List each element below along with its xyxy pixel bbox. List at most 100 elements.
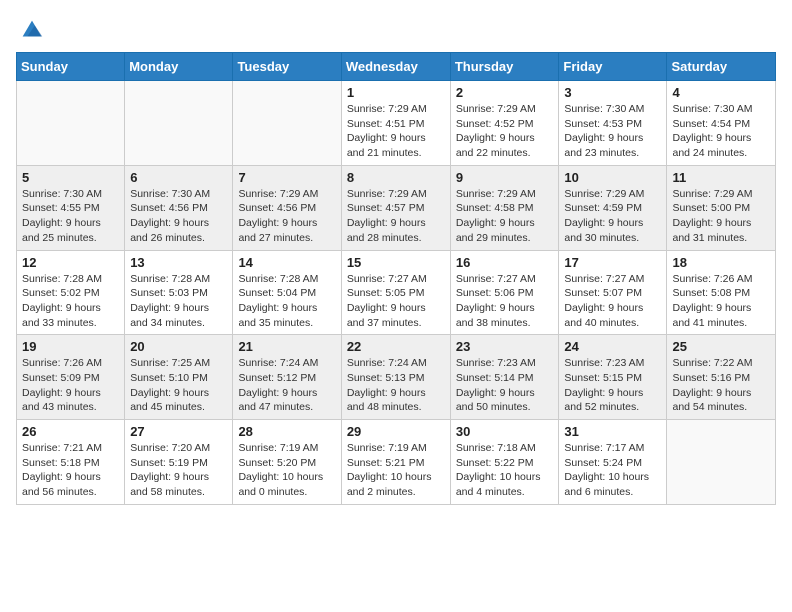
day-number: 30 bbox=[456, 424, 554, 439]
day-info: Sunrise: 7:30 AM Sunset: 4:56 PM Dayligh… bbox=[130, 187, 227, 246]
day-info: Sunrise: 7:30 AM Sunset: 4:53 PM Dayligh… bbox=[564, 102, 661, 161]
day-info: Sunrise: 7:28 AM Sunset: 5:02 PM Dayligh… bbox=[22, 272, 119, 331]
day-number: 23 bbox=[456, 339, 554, 354]
day-number: 9 bbox=[456, 170, 554, 185]
day-number: 16 bbox=[456, 255, 554, 270]
day-number: 25 bbox=[672, 339, 770, 354]
logo bbox=[16, 16, 46, 44]
day-number: 29 bbox=[347, 424, 445, 439]
calendar-cell: 3Sunrise: 7:30 AM Sunset: 4:53 PM Daylig… bbox=[559, 81, 667, 166]
day-number: 21 bbox=[238, 339, 335, 354]
calendar-cell: 7 Sunrise: 7:29 AM Sunset: 4:56 PM Daylig… bbox=[233, 165, 341, 250]
day-number: 20 bbox=[130, 339, 227, 354]
calendar-cell: 15 Sunrise: 7:27 AM Sunset: 5:05 PM Dayli… bbox=[341, 250, 450, 335]
calendar-cell: 14Sunrise: 7:28 AM Sunset: 5:04 PM Dayli… bbox=[233, 250, 341, 335]
weekday-tuesday: Tuesday bbox=[233, 53, 341, 81]
day-info: Sunrise: 7:19 AM Sunset: 5:21 PM Dayligh… bbox=[347, 441, 445, 500]
calendar-cell: 6 Sunrise: 7:30 AM Sunset: 4:56 PM Daylig… bbox=[125, 165, 233, 250]
calendar-cell: 8Sunrise: 7:29 AM Sunset: 4:57 PM Daylig… bbox=[341, 165, 450, 250]
day-info: Sunrise: 7:22 AM Sunset: 5:16 PM Dayligh… bbox=[672, 356, 770, 415]
calendar-cell: 22 Sunrise: 7:24 AM Sunset: 5:13 PM Dayli… bbox=[341, 335, 450, 420]
day-info: Sunrise: 7:28 AM Sunset: 5:03 PM Dayligh… bbox=[130, 272, 227, 331]
day-number: 5 bbox=[22, 170, 119, 185]
week-row-2: 5 Sunrise: 7:30 AM Sunset: 4:55 PM Daylig… bbox=[17, 165, 776, 250]
calendar-cell: 27 Sunrise: 7:20 AM Sunset: 5:19 PM Dayli… bbox=[125, 420, 233, 505]
day-number: 27 bbox=[130, 424, 227, 439]
day-info: Sunrise: 7:21 AM Sunset: 5:18 PM Dayligh… bbox=[22, 441, 119, 500]
day-number: 18 bbox=[672, 255, 770, 270]
day-info: Sunrise: 7:23 AM Sunset: 5:14 PM Dayligh… bbox=[456, 356, 554, 415]
calendar-cell bbox=[233, 81, 341, 166]
weekday-sunday: Sunday bbox=[17, 53, 125, 81]
day-info: Sunrise: 7:26 AM Sunset: 5:08 PM Dayligh… bbox=[672, 272, 770, 331]
calendar-cell: 13Sunrise: 7:28 AM Sunset: 5:03 PM Dayli… bbox=[125, 250, 233, 335]
week-row-3: 12 Sunrise: 7:28 AM Sunset: 5:02 PM Dayli… bbox=[17, 250, 776, 335]
day-info: Sunrise: 7:24 AM Sunset: 5:13 PM Dayligh… bbox=[347, 356, 445, 415]
day-info: Sunrise: 7:30 AM Sunset: 4:54 PM Dayligh… bbox=[672, 102, 770, 161]
calendar: SundayMondayTuesdayWednesdayThursdayFrid… bbox=[16, 52, 776, 505]
header bbox=[16, 16, 776, 44]
day-number: 1 bbox=[347, 85, 445, 100]
week-row-1: 1 Sunrise: 7:29 AM Sunset: 4:51 PM Daylig… bbox=[17, 81, 776, 166]
calendar-cell: 21 Sunrise: 7:24 AM Sunset: 5:12 PM Dayli… bbox=[233, 335, 341, 420]
calendar-cell bbox=[125, 81, 233, 166]
day-number: 10 bbox=[564, 170, 661, 185]
day-info: Sunrise: 7:27 AM Sunset: 5:05 PM Dayligh… bbox=[347, 272, 445, 331]
day-info: Sunrise: 7:20 AM Sunset: 5:19 PM Dayligh… bbox=[130, 441, 227, 500]
day-info: Sunrise: 7:25 AM Sunset: 5:10 PM Dayligh… bbox=[130, 356, 227, 415]
day-number: 4 bbox=[672, 85, 770, 100]
calendar-cell: 31Sunrise: 7:17 AM Sunset: 5:24 PM Dayli… bbox=[559, 420, 667, 505]
weekday-monday: Monday bbox=[125, 53, 233, 81]
calendar-cell: 24 Sunrise: 7:23 AM Sunset: 5:15 PM Dayli… bbox=[559, 335, 667, 420]
calendar-cell: 23 Sunrise: 7:23 AM Sunset: 5:14 PM Dayli… bbox=[450, 335, 559, 420]
calendar-cell: 28Sunrise: 7:19 AM Sunset: 5:20 PM Dayli… bbox=[233, 420, 341, 505]
day-info: Sunrise: 7:29 AM Sunset: 4:56 PM Dayligh… bbox=[238, 187, 335, 246]
day-info: Sunrise: 7:30 AM Sunset: 4:55 PM Dayligh… bbox=[22, 187, 119, 246]
calendar-cell: 12 Sunrise: 7:28 AM Sunset: 5:02 PM Dayli… bbox=[17, 250, 125, 335]
calendar-cell: 25 Sunrise: 7:22 AM Sunset: 5:16 PM Dayli… bbox=[667, 335, 776, 420]
day-number: 8 bbox=[347, 170, 445, 185]
day-number: 6 bbox=[130, 170, 227, 185]
day-info: Sunrise: 7:24 AM Sunset: 5:12 PM Dayligh… bbox=[238, 356, 335, 415]
calendar-cell: 9Sunrise: 7:29 AM Sunset: 4:58 PM Daylig… bbox=[450, 165, 559, 250]
day-number: 15 bbox=[347, 255, 445, 270]
logo-icon bbox=[18, 16, 46, 44]
day-number: 24 bbox=[564, 339, 661, 354]
day-number: 26 bbox=[22, 424, 119, 439]
day-info: Sunrise: 7:23 AM Sunset: 5:15 PM Dayligh… bbox=[564, 356, 661, 415]
day-number: 22 bbox=[347, 339, 445, 354]
day-info: Sunrise: 7:29 AM Sunset: 4:59 PM Dayligh… bbox=[564, 187, 661, 246]
day-info: Sunrise: 7:27 AM Sunset: 5:07 PM Dayligh… bbox=[564, 272, 661, 331]
week-row-5: 26 Sunrise: 7:21 AM Sunset: 5:18 PM Dayli… bbox=[17, 420, 776, 505]
day-number: 17 bbox=[564, 255, 661, 270]
calendar-cell: 17 Sunrise: 7:27 AM Sunset: 5:07 PM Dayli… bbox=[559, 250, 667, 335]
calendar-cell: 29 Sunrise: 7:19 AM Sunset: 5:21 PM Dayli… bbox=[341, 420, 450, 505]
week-row-4: 19 Sunrise: 7:26 AM Sunset: 5:09 PM Dayli… bbox=[17, 335, 776, 420]
day-number: 2 bbox=[456, 85, 554, 100]
day-number: 19 bbox=[22, 339, 119, 354]
day-info: Sunrise: 7:29 AM Sunset: 4:51 PM Dayligh… bbox=[347, 102, 445, 161]
calendar-cell: 11Sunrise: 7:29 AM Sunset: 5:00 PM Dayli… bbox=[667, 165, 776, 250]
calendar-cell bbox=[17, 81, 125, 166]
weekday-header-row: SundayMondayTuesdayWednesdayThursdayFrid… bbox=[17, 53, 776, 81]
weekday-wednesday: Wednesday bbox=[341, 53, 450, 81]
day-info: Sunrise: 7:29 AM Sunset: 4:52 PM Dayligh… bbox=[456, 102, 554, 161]
calendar-cell: 26 Sunrise: 7:21 AM Sunset: 5:18 PM Dayli… bbox=[17, 420, 125, 505]
calendar-cell: 10 Sunrise: 7:29 AM Sunset: 4:59 PM Dayli… bbox=[559, 165, 667, 250]
day-info: Sunrise: 7:29 AM Sunset: 5:00 PM Dayligh… bbox=[672, 187, 770, 246]
calendar-cell: 20 Sunrise: 7:25 AM Sunset: 5:10 PM Dayli… bbox=[125, 335, 233, 420]
day-info: Sunrise: 7:18 AM Sunset: 5:22 PM Dayligh… bbox=[456, 441, 554, 500]
weekday-thursday: Thursday bbox=[450, 53, 559, 81]
calendar-cell bbox=[667, 420, 776, 505]
calendar-cell: 2 Sunrise: 7:29 AM Sunset: 4:52 PM Daylig… bbox=[450, 81, 559, 166]
day-info: Sunrise: 7:27 AM Sunset: 5:06 PM Dayligh… bbox=[456, 272, 554, 331]
calendar-cell: 4 Sunrise: 7:30 AM Sunset: 4:54 PM Daylig… bbox=[667, 81, 776, 166]
day-number: 12 bbox=[22, 255, 119, 270]
day-info: Sunrise: 7:26 AM Sunset: 5:09 PM Dayligh… bbox=[22, 356, 119, 415]
calendar-cell: 5 Sunrise: 7:30 AM Sunset: 4:55 PM Daylig… bbox=[17, 165, 125, 250]
day-number: 28 bbox=[238, 424, 335, 439]
day-number: 31 bbox=[564, 424, 661, 439]
calendar-cell: 19 Sunrise: 7:26 AM Sunset: 5:09 PM Dayli… bbox=[17, 335, 125, 420]
calendar-cell: 18 Sunrise: 7:26 AM Sunset: 5:08 PM Dayli… bbox=[667, 250, 776, 335]
day-number: 7 bbox=[238, 170, 335, 185]
